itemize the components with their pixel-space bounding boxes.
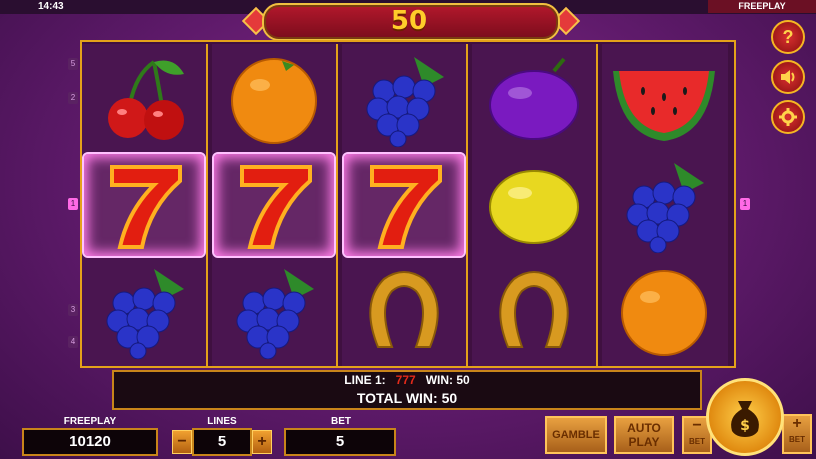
auto-play-button[interactable]: AUTO PLAY [614, 416, 674, 454]
money-bag-icon: $ [731, 401, 759, 437]
symbol-orange [212, 46, 336, 152]
orange-icon [231, 58, 317, 144]
line-marker[interactable]: 3 [68, 304, 78, 316]
symbol-seven-winning [82, 152, 206, 258]
cherry-icon [108, 60, 184, 140]
bet-minus-label: BET [689, 437, 705, 446]
line-marker[interactable]: 2 [68, 92, 78, 104]
mode-badge: FREEPLAY [708, 0, 816, 13]
grapes-icon [366, 57, 444, 147]
line-win: WIN: 50 [425, 373, 470, 387]
symbol-horseshoe [342, 258, 466, 364]
lines-label: LINES [207, 416, 237, 427]
sound-button[interactable] [771, 60, 805, 94]
gear-icon [779, 108, 797, 126]
reel-2 [212, 44, 338, 366]
symbol-grapes [82, 258, 206, 364]
reel-frame [80, 40, 736, 368]
balance-value: 10120 [22, 428, 158, 456]
auto-play-label-1: AUTO [627, 421, 661, 435]
symbol-lemon [472, 152, 596, 258]
watermelon-icon [613, 71, 715, 141]
symbol-watermelon [602, 46, 726, 152]
seven-icon [110, 165, 182, 249]
line-marker-right-active[interactable]: 1 [740, 198, 750, 210]
symbol-orange [602, 258, 726, 364]
reel-4 [472, 44, 598, 366]
reel-1 [82, 44, 208, 366]
speaker-icon [781, 70, 795, 84]
help-button[interactable]: ? [771, 20, 805, 54]
win-amount: 50 [390, 6, 428, 36]
reel-5 [602, 44, 728, 366]
total-win: TOTAL WIN: 50 [356, 390, 458, 406]
symbol-cherry [82, 46, 206, 152]
seven-icon [370, 165, 442, 249]
grapes-icon [236, 269, 314, 359]
line-label: LINE 1: [344, 373, 386, 387]
svg-text:$: $ [740, 418, 750, 434]
reel-3 [342, 44, 468, 366]
auto-play-label-2: PLAY [628, 435, 660, 449]
win-line-row: LINE 1: 777 WIN: 50 [112, 373, 702, 387]
grapes-icon [106, 269, 184, 359]
orange-icon [621, 270, 707, 356]
balance-label: FREEPLAY [63, 416, 117, 427]
lemon-icon [489, 170, 579, 244]
spin-button[interactable]: $ [706, 378, 784, 456]
line-marker-active[interactable]: 1 [68, 198, 78, 210]
settings-button[interactable] [771, 100, 805, 134]
horseshoe-icon [499, 271, 569, 348]
seven-icon [240, 165, 312, 249]
line-symbols: 777 [395, 373, 416, 387]
bet-label: BET [331, 416, 351, 427]
symbol-horseshoe [472, 258, 596, 364]
help-icon: ? [782, 26, 794, 47]
bet-value: 5 [284, 428, 396, 456]
bet-plus-label: BET [789, 435, 805, 444]
symbol-grapes [342, 46, 466, 152]
lines-plus-button[interactable]: + [252, 430, 272, 454]
gamble-button[interactable]: GAMBLE [545, 416, 607, 454]
symbol-grapes [602, 152, 726, 258]
grapes-icon [626, 163, 704, 253]
lines-value: 5 [192, 428, 252, 456]
symbol-plum [472, 46, 596, 152]
line-marker[interactable]: 4 [68, 336, 78, 348]
horseshoe-icon [369, 271, 439, 348]
symbol-seven-winning [342, 152, 466, 258]
line-marker[interactable]: 5 [68, 58, 78, 70]
symbol-grapes [212, 258, 336, 364]
symbol-seven-winning [212, 152, 336, 258]
clock: 14:43 [38, 1, 64, 12]
plum-icon [489, 57, 579, 140]
lines-minus-button[interactable]: − [172, 430, 192, 454]
bet-plus-button[interactable]: + BET [782, 414, 812, 454]
bet-plus-symbol: + [792, 415, 802, 432]
